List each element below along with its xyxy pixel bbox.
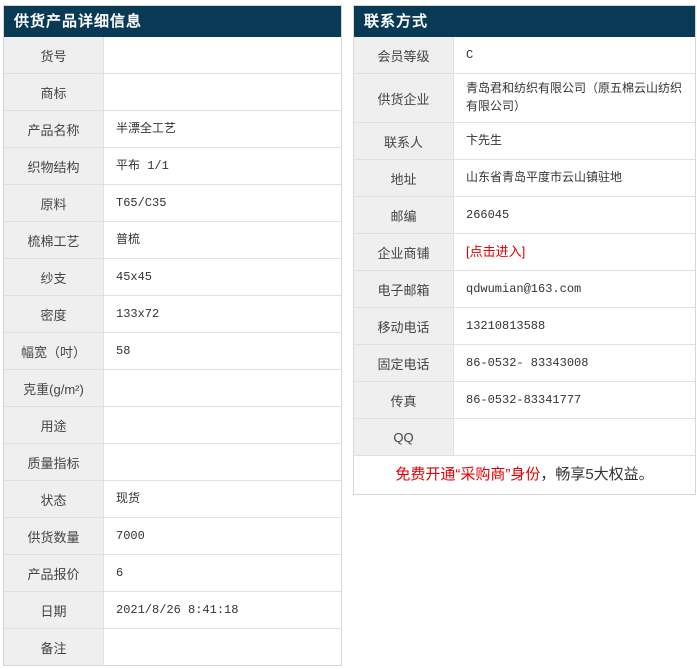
field-value: 青岛君和纺织有限公司（原五棉云山纺织有限公司） — [454, 74, 695, 122]
shop-enter-link[interactable]: [点击进入] — [454, 234, 695, 270]
table-row: 传真 86-0532-83341777 — [354, 381, 695, 418]
table-row: 原料 T65/C35 — [4, 184, 341, 221]
field-value — [104, 74, 341, 110]
table-row: 梳棉工艺 普梳 — [4, 221, 341, 258]
field-label: 日期 — [4, 592, 104, 628]
table-row: 质量指标 — [4, 443, 341, 480]
table-row: 供货数量 7000 — [4, 517, 341, 554]
field-value — [454, 419, 695, 455]
field-value: 86-0532- 83343008 — [454, 345, 695, 381]
field-label: 产品名称 — [4, 111, 104, 147]
contact-rows: 会员等级 C 供货企业 青岛君和纺织有限公司（原五棉云山纺织有限公司） 联系人 … — [354, 37, 695, 455]
field-value: 普梳 — [104, 222, 341, 258]
field-value: 58 — [104, 333, 341, 369]
table-row: 产品报价 6 — [4, 554, 341, 591]
field-label: 原料 — [4, 185, 104, 221]
field-value: qdwumian@163.com — [454, 271, 695, 307]
table-row: 密度 133x72 — [4, 295, 341, 332]
field-label: 梳棉工艺 — [4, 222, 104, 258]
table-row: 企业商铺 [点击进入] — [354, 233, 695, 270]
field-value — [104, 629, 341, 665]
contact-title: 联系方式 — [354, 6, 695, 37]
table-row: 供货企业 青岛君和纺织有限公司（原五棉云山纺织有限公司） — [354, 73, 695, 122]
table-row: QQ — [354, 418, 695, 455]
table-row: 移动电话 13210813588 — [354, 307, 695, 344]
field-label: 用途 — [4, 407, 104, 443]
promo-link[interactable]: 免费开通“采购商”身份 — [395, 466, 540, 483]
table-row: 备注 — [4, 628, 341, 665]
field-value: 现货 — [104, 481, 341, 517]
field-value: 2021/8/26 8:41:18 — [104, 592, 341, 628]
field-value — [104, 37, 341, 73]
field-label: 移动电话 — [354, 308, 454, 344]
field-label: 纱支 — [4, 259, 104, 295]
field-label: 质量指标 — [4, 444, 104, 480]
field-label: 产品报价 — [4, 555, 104, 591]
field-label: 备注 — [4, 629, 104, 665]
field-label: 供货企业 — [354, 74, 454, 122]
table-row: 产品名称 半漂全工艺 — [4, 110, 341, 147]
field-label: 邮编 — [354, 197, 454, 233]
field-value: 平布 1/1 — [104, 148, 341, 184]
table-row: 电子邮箱 qdwumian@163.com — [354, 270, 695, 307]
field-label: 克重(g/m²) — [4, 370, 104, 406]
table-row: 会员等级 C — [354, 37, 695, 73]
table-row: 地址 山东省青岛平度市云山镇驻地 — [354, 159, 695, 196]
table-row: 联系人 卞先生 — [354, 122, 695, 159]
field-value: 6 — [104, 555, 341, 591]
field-label: 企业商铺 — [354, 234, 454, 270]
table-row: 商标 — [4, 73, 341, 110]
table-row: 织物结构 平布 1/1 — [4, 147, 341, 184]
field-label: 会员等级 — [354, 37, 454, 73]
field-label: 状态 — [4, 481, 104, 517]
field-label: 商标 — [4, 74, 104, 110]
field-label: QQ — [354, 419, 454, 455]
field-value: 266045 — [454, 197, 695, 233]
field-value: 山东省青岛平度市云山镇驻地 — [454, 160, 695, 196]
product-details-title: 供货产品详细信息 — [4, 6, 341, 37]
field-value: 卞先生 — [454, 123, 695, 159]
field-label: 电子邮箱 — [354, 271, 454, 307]
table-row: 克重(g/m²) — [4, 369, 341, 406]
table-row: 邮编 266045 — [354, 196, 695, 233]
field-value: C — [454, 37, 695, 73]
field-value: 86-0532-83341777 — [454, 382, 695, 418]
field-value: T65/C35 — [104, 185, 341, 221]
field-label: 地址 — [354, 160, 454, 196]
table-row: 固定电话 86-0532- 83343008 — [354, 344, 695, 381]
field-value: 半漂全工艺 — [104, 111, 341, 147]
field-label: 织物结构 — [4, 148, 104, 184]
field-label: 固定电话 — [354, 345, 454, 381]
table-row: 用途 — [4, 406, 341, 443]
table-row: 日期 2021/8/26 8:41:18 — [4, 591, 341, 628]
table-row: 货号 — [4, 37, 341, 73]
promo-banner: 免费开通“采购商”身份，畅享5大权益。 — [354, 455, 695, 494]
field-label: 密度 — [4, 296, 104, 332]
field-label: 货号 — [4, 37, 104, 73]
field-label: 联系人 — [354, 123, 454, 159]
field-value — [104, 370, 341, 406]
table-row: 状态 现货 — [4, 480, 341, 517]
promo-text: ，畅享5大权益。 — [540, 466, 654, 483]
field-label: 供货数量 — [4, 518, 104, 554]
table-row: 幅宽（吋） 58 — [4, 332, 341, 369]
field-label: 幅宽（吋） — [4, 333, 104, 369]
contact-panel: 联系方式 会员等级 C 供货企业 青岛君和纺织有限公司（原五棉云山纺织有限公司）… — [353, 5, 696, 495]
field-label: 传真 — [354, 382, 454, 418]
field-value: 7000 — [104, 518, 341, 554]
product-details-rows: 货号 商标 产品名称 半漂全工艺 织物结构 平布 1/1 原料 T65/C35 … — [4, 37, 341, 665]
field-value: 133x72 — [104, 296, 341, 332]
product-details-panel: 供货产品详细信息 货号 商标 产品名称 半漂全工艺 织物结构 平布 1/1 原料… — [3, 5, 342, 666]
page-content: 供货产品详细信息 货号 商标 产品名称 半漂全工艺 织物结构 平布 1/1 原料… — [0, 0, 697, 666]
field-value: 13210813588 — [454, 308, 695, 344]
field-value — [104, 407, 341, 443]
field-value: 45x45 — [104, 259, 341, 295]
field-value — [104, 444, 341, 480]
table-row: 纱支 45x45 — [4, 258, 341, 295]
